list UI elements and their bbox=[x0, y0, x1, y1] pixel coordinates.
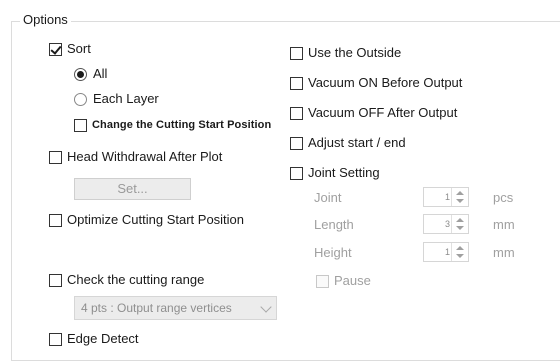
chevron-down-icon bbox=[260, 301, 272, 313]
range-combo-value: 4 pts : Output range vertices bbox=[81, 301, 232, 315]
sort-check-icon bbox=[49, 42, 62, 56]
vacuum-off-check-icon bbox=[290, 106, 303, 120]
change-start-checkbox[interactable]: Change the Cutting Start Position bbox=[74, 116, 271, 134]
check-range-checkbox[interactable]: Check the cutting range bbox=[49, 271, 204, 289]
spin-up-icon bbox=[456, 191, 464, 195]
options-title: Options bbox=[20, 11, 71, 29]
edge-detect-label: Edge Detect bbox=[67, 331, 139, 346]
optimize-start-checkbox[interactable]: Optimize Cutting Start Position bbox=[49, 211, 244, 229]
vacuum-off-label: Vacuum OFF After Output bbox=[308, 105, 458, 120]
length-unit: mm bbox=[493, 217, 515, 232]
optimize-start-check-icon bbox=[49, 213, 62, 227]
edge-detect-checkbox[interactable]: Edge Detect bbox=[49, 330, 139, 348]
head-withdrawal-label: Head Withdrawal After Plot bbox=[67, 149, 223, 164]
pause-label: Pause bbox=[334, 273, 371, 288]
height-label: Height bbox=[314, 245, 352, 260]
sort-all-label: All bbox=[93, 66, 108, 81]
sort-all-radio[interactable]: All bbox=[74, 65, 107, 83]
head-withdrawal-checkbox[interactable]: Head Withdrawal After Plot bbox=[49, 148, 222, 166]
vacuum-on-check-icon bbox=[290, 76, 303, 90]
spin-up-icon bbox=[456, 246, 464, 250]
change-start-label: Change the Cutting Start Position bbox=[92, 119, 272, 131]
use-outside-check-icon bbox=[290, 46, 303, 60]
length-value: 3 bbox=[444, 219, 450, 229]
joint-value: 1 bbox=[444, 192, 450, 202]
spin-up-icon bbox=[456, 218, 464, 222]
sort-each-layer-radio[interactable]: Each Layer bbox=[74, 90, 159, 108]
sort-label: Sort bbox=[67, 41, 91, 56]
use-outside-checkbox[interactable]: Use the Outside bbox=[290, 44, 401, 62]
range-combo[interactable]: 4 pts : Output range vertices bbox=[74, 296, 277, 320]
radio-selected-icon bbox=[74, 67, 87, 81]
pause-check-icon bbox=[316, 274, 329, 288]
vacuum-on-checkbox[interactable]: Vacuum ON Before Output bbox=[290, 74, 462, 92]
joint-setting-label: Joint Setting bbox=[308, 165, 380, 180]
spinner-arrows[interactable] bbox=[451, 188, 468, 206]
joint-spinner[interactable]: 1 bbox=[423, 187, 469, 207]
sort-each-layer-label: Each Layer bbox=[93, 91, 159, 106]
spin-down-icon bbox=[456, 254, 464, 258]
length-spinner[interactable]: 3 bbox=[423, 214, 469, 234]
length-label: Length bbox=[314, 217, 354, 232]
pause-checkbox[interactable]: Pause bbox=[316, 272, 371, 290]
radio-unselected-icon bbox=[74, 92, 87, 106]
spin-down-icon bbox=[456, 226, 464, 230]
use-outside-label: Use the Outside bbox=[308, 45, 402, 60]
height-unit: mm bbox=[493, 245, 515, 260]
change-start-check-icon bbox=[74, 118, 87, 132]
vacuum-on-label: Vacuum ON Before Output bbox=[308, 75, 463, 90]
joint-label: Joint bbox=[314, 190, 342, 205]
joint-setting-check-icon bbox=[290, 166, 303, 180]
head-withdrawal-check-icon bbox=[49, 150, 62, 164]
adjust-label: Adjust start / end bbox=[308, 135, 406, 150]
spinner-arrows[interactable] bbox=[451, 215, 468, 233]
joint-unit: pcs bbox=[493, 190, 514, 205]
joint-setting-checkbox[interactable]: Joint Setting bbox=[290, 164, 380, 182]
vacuum-off-checkbox[interactable]: Vacuum OFF After Output bbox=[290, 104, 457, 122]
check-range-label: Check the cutting range bbox=[67, 272, 205, 287]
sort-checkbox[interactable]: Sort bbox=[49, 40, 91, 58]
optimize-start-label: Optimize Cutting Start Position bbox=[67, 212, 245, 227]
set-button[interactable]: Set... bbox=[74, 178, 191, 200]
check-range-check-icon bbox=[49, 273, 62, 287]
adjust-checkbox[interactable]: Adjust start / end bbox=[290, 134, 406, 152]
spinner-arrows[interactable] bbox=[451, 243, 468, 261]
spin-down-icon bbox=[456, 199, 464, 203]
adjust-check-icon bbox=[290, 136, 303, 150]
height-value: 1 bbox=[444, 247, 450, 257]
height-spinner[interactable]: 1 bbox=[423, 242, 469, 262]
